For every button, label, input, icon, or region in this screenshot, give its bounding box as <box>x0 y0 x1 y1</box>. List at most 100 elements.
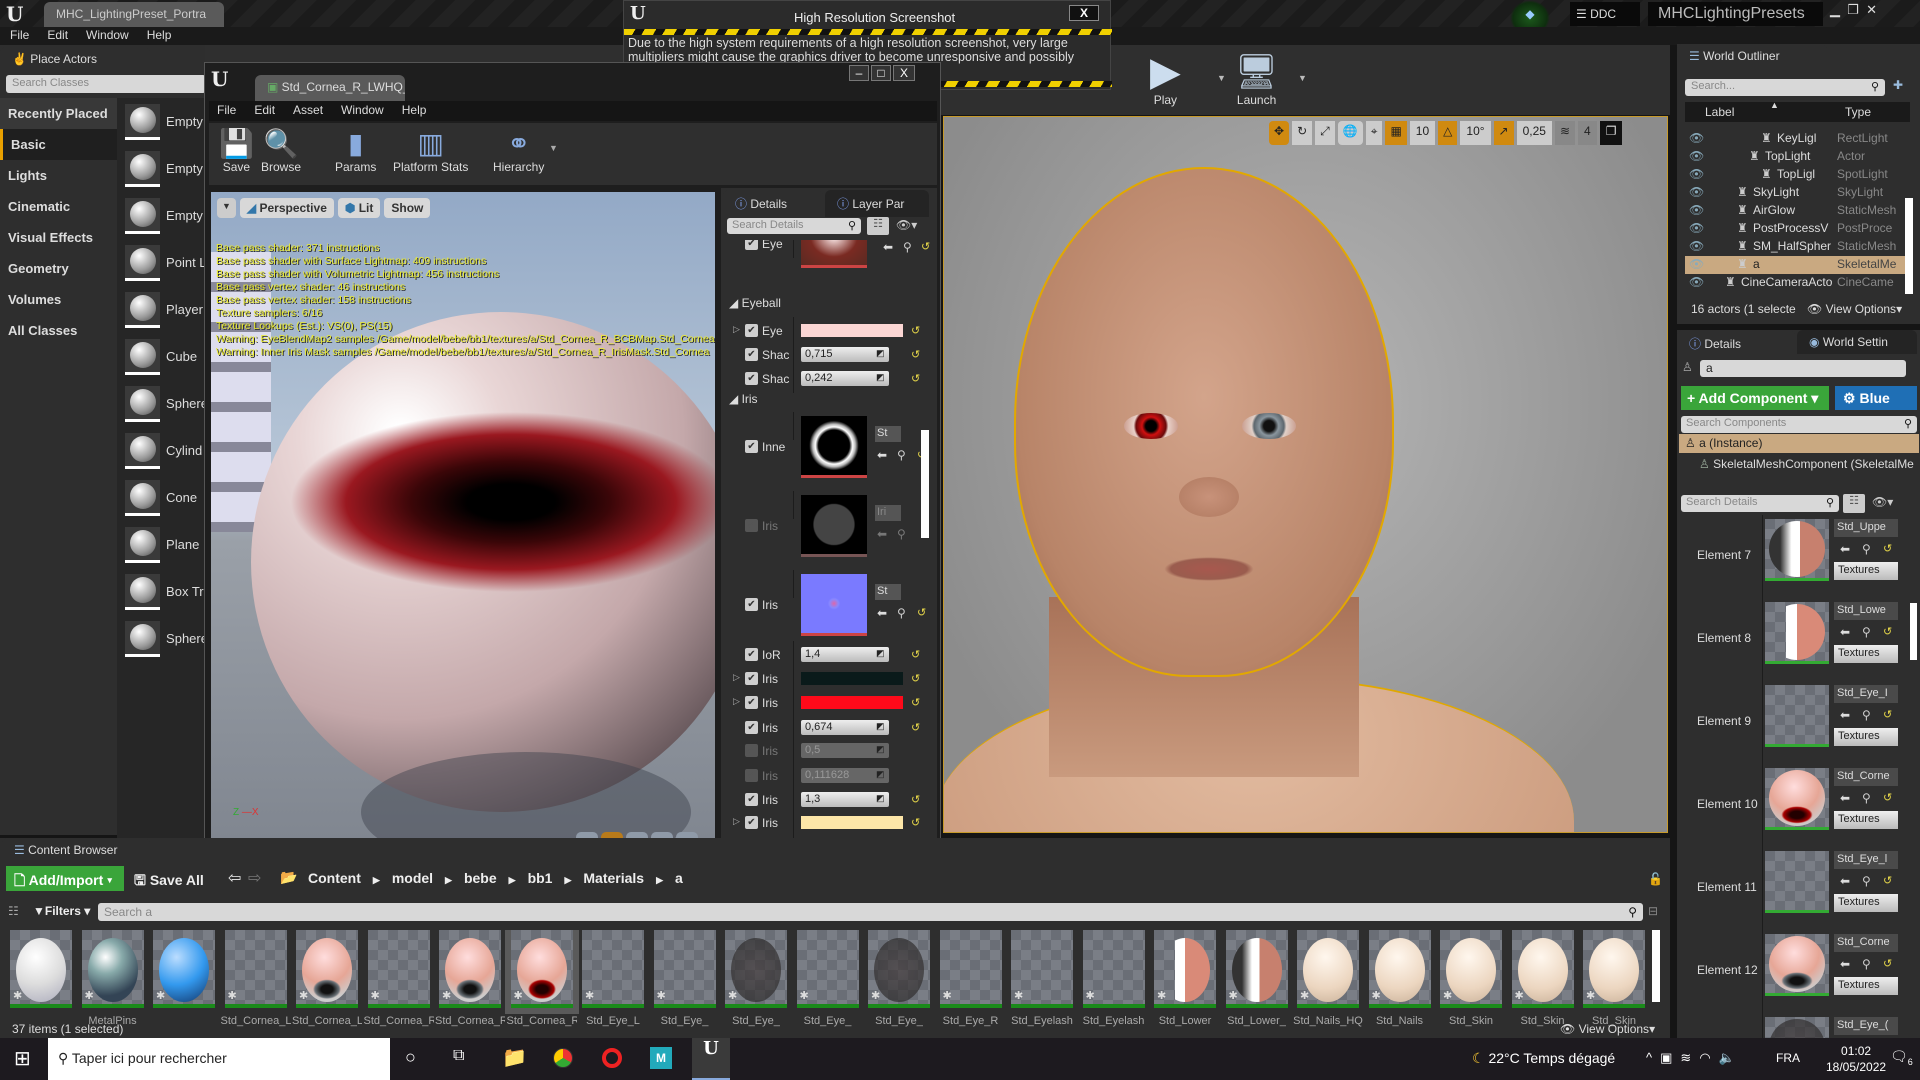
visibility-eye-icon[interactable]: 👁 <box>1689 149 1704 163</box>
breadcrumb-model[interactable]: model <box>392 870 433 886</box>
actor-item[interactable]: Point L <box>117 239 205 286</box>
parameter-override-checkbox[interactable]: ✔ <box>745 240 758 250</box>
category-lights[interactable]: Lights <box>0 160 117 191</box>
favorite-star-icon[interactable]: ✱ <box>1515 989 1524 1002</box>
menu-window[interactable]: Window <box>86 28 129 42</box>
maximize-button[interactable]: ❐ <box>1847 2 1859 17</box>
expand-arrow-icon[interactable]: ▷ <box>733 816 740 827</box>
actor-item[interactable]: Cone <box>117 474 205 521</box>
material-thumbnail[interactable] <box>1765 1017 1829 1038</box>
input-language[interactable]: FRA <box>1776 1051 1800 1065</box>
camera-speed-icon[interactable]: ≋ <box>1554 121 1576 145</box>
launch-button[interactable]: 🖥 Launch <box>1235 51 1278 107</box>
use-selected-icon[interactable]: ⬅ <box>877 448 887 462</box>
texture-combo[interactable]: St <box>875 584 901 600</box>
search-details-input[interactable]: Search Details ⚲ <box>1681 495 1839 512</box>
category-all-classes[interactable]: All Classes <box>0 315 117 346</box>
chrome-icon[interactable] <box>553 1048 573 1068</box>
parameter-override-checkbox[interactable]: ✔ <box>745 348 758 361</box>
favorite-star-icon[interactable]: ✱ <box>228 989 237 1002</box>
outliner-row[interactable]: 👁 ♜ TopLigl SpotLight <box>1685 166 1910 184</box>
material-combo[interactable]: Std_Eye_( <box>1834 1017 1898 1035</box>
reset-icon[interactable]: ↺ <box>921 240 930 253</box>
save-button[interactable]: 💾 Save <box>219 127 254 174</box>
favorite-star-icon[interactable]: ✱ <box>943 989 952 1002</box>
favorite-star-icon[interactable]: ✱ <box>585 989 594 1002</box>
params-button[interactable]: ▮ Params <box>335 127 376 174</box>
lit-button[interactable]: ⬢ Lit <box>337 198 381 218</box>
task-view-icon[interactable]: ⧉ <box>453 1047 464 1065</box>
platform-stats-button[interactable]: ▥ Platform Stats <box>393 127 468 174</box>
unreal-taskbar-icon[interactable]: U <box>692 1038 730 1080</box>
filters-button[interactable]: ▼Filters ▾ <box>33 904 90 918</box>
parameter-override-checkbox[interactable]: ✔ <box>745 648 758 661</box>
close-button[interactable]: X <box>893 65 915 81</box>
browse-icon[interactable]: ⚲ <box>897 606 906 620</box>
asset-tile[interactable]: ✱ <box>153 930 215 1008</box>
layer-parameters-tab[interactable]: ⓘ Layer Par <box>825 190 929 217</box>
content-search-input[interactable]: Search a ⚲ <box>98 903 1643 921</box>
parameter-override-checkbox[interactable]: ✔ <box>745 519 758 532</box>
place-actors-tab[interactable]: ✌ Place Actors <box>0 47 150 71</box>
outliner-search-input[interactable]: Search... ⚲ <box>1685 79 1885 96</box>
parameter-override-checkbox[interactable]: ✔ <box>745 372 758 385</box>
asset-tile[interactable]: ✱ Std_Eye_ <box>796 930 859 1027</box>
hierarchy-button[interactable]: ⚭ Hierarchy <box>493 127 544 174</box>
browse-icon[interactable]: ⚲ <box>1862 708 1871 722</box>
dialog-close-button[interactable]: X <box>1069 5 1099 21</box>
parameter-override-checkbox[interactable]: ✔ <box>745 793 758 806</box>
launch-options-arrow-icon[interactable]: ▼ <box>1298 73 1307 83</box>
view-options-button[interactable]: 👁 View Options▾ <box>1560 1022 1655 1036</box>
ddc-button[interactable]: ☰ DDC <box>1570 2 1640 26</box>
browse-icon[interactable]: ⚲ <box>1862 791 1871 805</box>
actor-item[interactable]: Cube <box>117 333 205 380</box>
favorite-star-icon[interactable]: ✱ <box>1586 989 1595 1002</box>
actor-item[interactable]: Sphere <box>117 615 205 662</box>
favorite-star-icon[interactable]: ✱ <box>1086 989 1095 1002</box>
back-button[interactable]: ⇦ <box>228 868 241 888</box>
surface-snap-icon[interactable]: ⌖ <box>1365 121 1383 145</box>
visibility-eye-icon[interactable]: 👁 <box>1689 275 1704 289</box>
browse-icon[interactable]: ⚲ <box>1862 625 1871 639</box>
reset-icon[interactable]: ↺ <box>1883 791 1892 804</box>
tray-chevron-icon[interactable]: ^ <box>1646 1050 1660 1065</box>
parameter-override-checkbox[interactable]: ✔ <box>745 696 758 709</box>
weather-widget[interactable]: ☾ 22°C Temps dégagé <box>1472 1050 1615 1067</box>
search-details-input[interactable]: Search Details ⚲ <box>727 218 861 234</box>
browse-icon[interactable]: ⚲ <box>897 448 906 462</box>
clock[interactable]: 01:02 18/05/2022 <box>1826 1043 1886 1075</box>
value-spin-icon[interactable]: ◩ <box>876 793 885 804</box>
meet-icon[interactable]: ▣ <box>1660 1050 1680 1065</box>
start-button[interactable]: ⊞ <box>14 1046 31 1071</box>
cortana-icon[interactable]: ○ <box>405 1047 416 1068</box>
asset-tile[interactable]: ✱ Std_Cornea_R <box>504 930 579 1027</box>
color-swatch[interactable] <box>801 672 903 685</box>
use-selected-icon[interactable]: ⬅ <box>877 527 887 541</box>
browse-icon[interactable]: ⚲ <box>1862 957 1871 971</box>
parameter-override-checkbox[interactable]: ✔ <box>745 672 758 685</box>
textures-dropdown[interactable]: Textures <box>1834 977 1898 995</box>
view-list-icon[interactable]: ☷ <box>867 217 889 235</box>
reset-icon[interactable]: ↺ <box>1883 542 1892 555</box>
metahuman-icon[interactable]: M <box>650 1047 672 1069</box>
content-browser-tab[interactable]: ☰ Content Browser <box>2 838 150 862</box>
favorite-star-icon[interactable]: ✱ <box>371 989 380 1002</box>
favorite-star-icon[interactable]: ✱ <box>1443 989 1452 1002</box>
category-basic[interactable]: Basic <box>0 129 117 160</box>
add-component-button[interactable]: + Add Component ▾ <box>1681 386 1829 410</box>
maximize-button[interactable]: □ <box>871 65 891 81</box>
material-combo[interactable]: Std_Corne <box>1834 934 1898 952</box>
actor-name-input[interactable]: a <box>1700 360 1906 377</box>
material-thumbnail[interactable] <box>1765 602 1829 664</box>
favorite-star-icon[interactable]: ✱ <box>871 989 880 1002</box>
asset-tile[interactable]: ✱ Std_Cornea_L <box>292 930 362 1027</box>
outliner-row[interactable]: 👁 ♜ AirGlow StaticMesh <box>1685 202 1910 220</box>
actor-item[interactable]: Empty <box>117 145 205 192</box>
visibility-eye-icon[interactable]: 👁 <box>1689 257 1704 271</box>
outliner-scrollbar[interactable] <box>1905 198 1913 294</box>
grid-size-value[interactable]: 10 <box>1409 121 1436 145</box>
category-volumes[interactable]: Volumes <box>0 284 117 315</box>
favorite-star-icon[interactable]: ✱ <box>13 989 22 1002</box>
taskbar-search[interactable]: ⚲ Taper ici pour rechercher <box>48 1038 390 1080</box>
reset-icon[interactable]: ↺ <box>1883 874 1892 887</box>
